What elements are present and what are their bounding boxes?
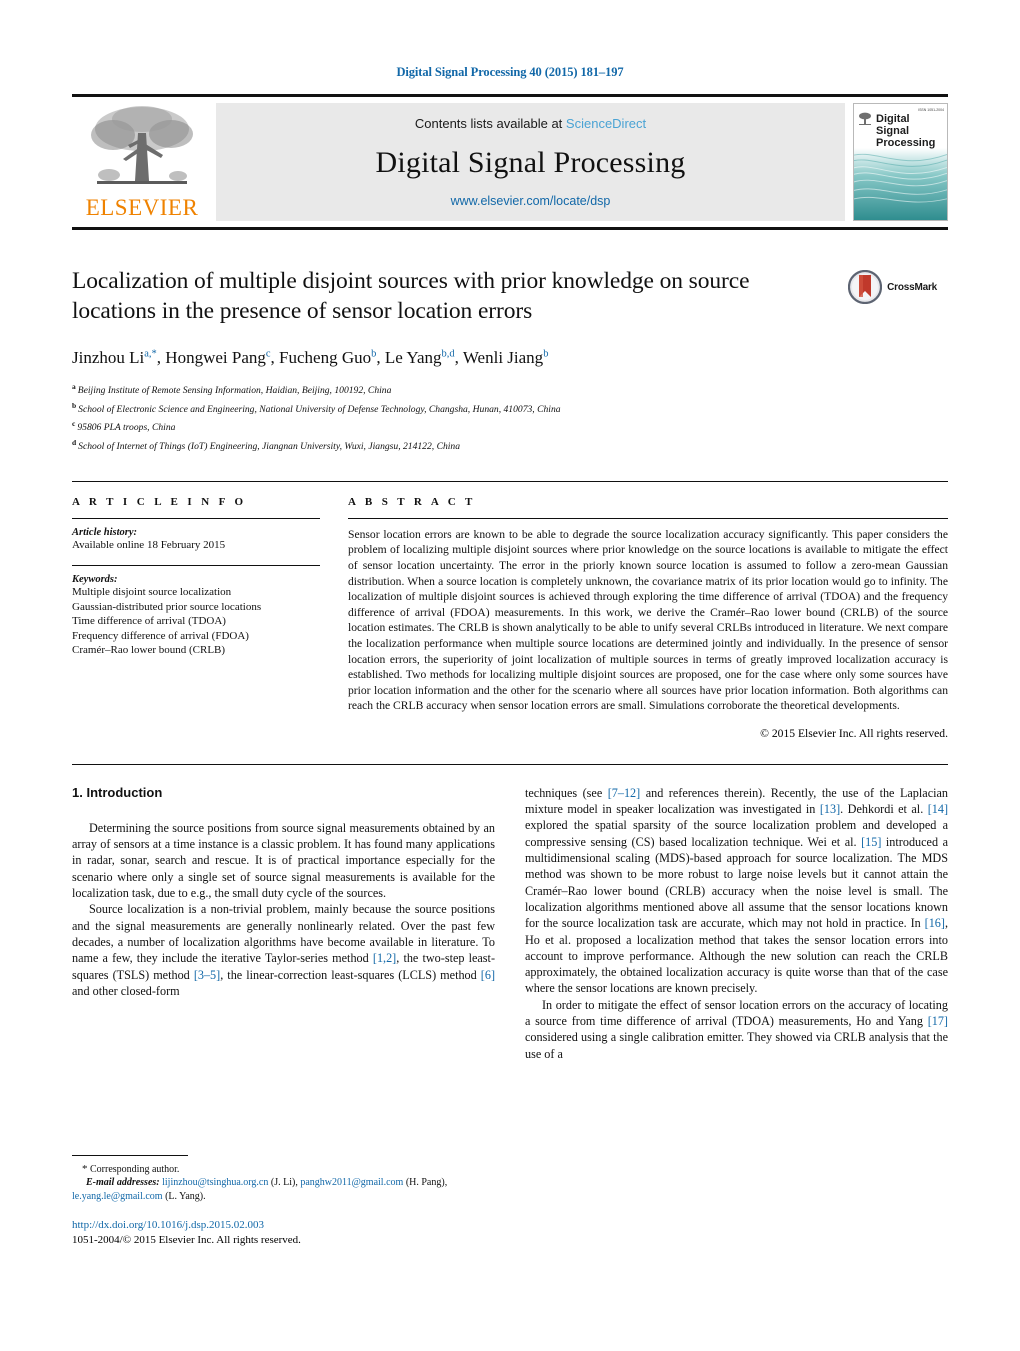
- paragraph: techniques (see [7–12] and references th…: [525, 785, 948, 997]
- paragraph: Source localization is a non-trivial pro…: [72, 901, 495, 999]
- doi-link[interactable]: http://dx.doi.org/10.1016/j.dsp.2015.02.…: [72, 1218, 490, 1233]
- divider: [72, 517, 320, 519]
- journal-cover-thumbnail: ISSN 1051-2004 Digital Signal Processing: [853, 103, 948, 221]
- divider: [72, 1155, 188, 1156]
- cover-title-line-3: Processing: [876, 137, 936, 149]
- running-head: Digital Signal Processing 40 (2015) 181–…: [396, 65, 624, 79]
- info-abstract-section: A R T I C L E I N F O Article history: A…: [72, 480, 948, 740]
- cover-title-line-1: Digital: [876, 113, 910, 125]
- email-link[interactable]: panghw2011@gmail.com: [300, 1177, 403, 1188]
- elsevier-wordmark: ELSEVIER: [85, 195, 199, 220]
- keyword-item: Time difference of arrival (TDOA): [72, 615, 226, 628]
- contents-line: Contents lists available at ScienceDirec…: [415, 116, 646, 131]
- elsevier-logo: ELSEVIER: [72, 103, 212, 221]
- article-history-label: Article history:: [72, 526, 138, 538]
- keyword-item: Multiple disjoint source localization: [72, 586, 232, 599]
- cover-issn-code: ISSN 1051-2004: [918, 108, 944, 112]
- body-column-right: techniques (see [7–12] and references th…: [525, 785, 948, 1062]
- divider: [348, 517, 948, 519]
- email-link[interactable]: lijinzhou@tsinghua.org.cn: [162, 1177, 268, 1188]
- affiliation-item: a Beijing Institute of Remote Sensing Inf…: [72, 380, 948, 399]
- paragraph-text: . Dehkordi et al.: [840, 802, 928, 817]
- cover-title: Digital Signal Processing: [876, 113, 935, 149]
- crossmark-label: CrossMark: [887, 281, 937, 293]
- page-title: Localization of multiple disjoint source…: [72, 268, 750, 324]
- affiliation-text: Beijing Institute of Remote Sensing Info…: [77, 385, 392, 397]
- article-info-heading: A R T I C L E I N F O: [72, 495, 247, 508]
- keyword-item: Frequency difference of arrival (FDOA): [72, 629, 249, 642]
- keyword-item: Cramér–Rao lower bound (CRLB): [72, 644, 226, 657]
- divider: [72, 565, 320, 567]
- title-block: Localization of multiple disjoint source…: [72, 266, 948, 326]
- citation-ref[interactable]: [15]: [861, 835, 881, 849]
- citation-ref[interactable]: [1,2]: [373, 951, 396, 965]
- abstract-column: A B S T R A C T Sensor location errors a…: [348, 496, 948, 740]
- crossmark-badge-container[interactable]: CrossMark: [832, 266, 937, 326]
- paragraph: In order to mitigate the effect of senso…: [525, 997, 948, 1062]
- keywords-label: Keywords:: [72, 574, 118, 586]
- email-label: E-mail addresses:: [86, 1177, 160, 1189]
- doi-block: http://dx.doi.org/10.1016/j.dsp.2015.02.…: [72, 1218, 490, 1247]
- citation-ref[interactable]: [14]: [928, 802, 948, 816]
- email-note: E-mail addresses: lijinzhou@tsinghua.org…: [72, 1177, 448, 1202]
- abstract-heading: A B S T R A C T: [348, 495, 476, 508]
- affiliation-mark: b: [72, 400, 77, 410]
- email-owner: (J. Li): [270, 1177, 296, 1189]
- cover-title-line-2: Signal: [876, 125, 910, 137]
- citation-ref[interactable]: [17]: [928, 1014, 948, 1028]
- citation-ref[interactable]: [6]: [481, 968, 495, 982]
- article-info-column: A R T I C L E I N F O Article history: A…: [72, 496, 320, 740]
- contents-prefix: Contents lists available at: [414, 116, 563, 131]
- affiliation-mark: a: [72, 382, 76, 391]
- author-list: Jinzhou Lia,*, Hongwei Pangc, Fucheng Gu…: [72, 348, 549, 367]
- abstract-copyright: © 2015 Elsevier Inc. All rights reserved…: [760, 726, 948, 740]
- affiliation-text: School of Internet of Things (IoT) Engin…: [78, 441, 461, 453]
- corresponding-text: Corresponding author.: [90, 1164, 180, 1175]
- elsevier-tree-icon: [91, 106, 193, 184]
- journal-url-link[interactable]: www.elsevier.com/locate/dsp: [451, 194, 611, 208]
- affiliation-mark: d: [72, 438, 77, 448]
- paragraph-text: introduced a multidimensional scaling (M…: [525, 834, 948, 931]
- journal-banner: Contents lists available at ScienceDirec…: [216, 103, 845, 221]
- corresponding-mark: *: [82, 1163, 88, 1175]
- title-container: Localization of multiple disjoint source…: [72, 266, 832, 326]
- cover-elsevier-icon: [859, 112, 871, 125]
- keyword-item: Gaussian-distributed prior source locati…: [72, 600, 262, 613]
- corresponding-author-note: * Corresponding author.: [72, 1163, 490, 1176]
- email-link[interactable]: le.yang.le@gmail.com: [72, 1191, 163, 1202]
- keywords-list: Multiple disjoint source localization Ga…: [72, 585, 320, 658]
- citation-ref[interactable]: [7–12]: [608, 786, 641, 800]
- journal-title: Digital Signal Processing: [375, 145, 686, 179]
- article-page: Digital Signal Processing 40 (2015) 181–…: [0, 0, 1020, 1351]
- email-owner: (L. Yang): [165, 1190, 204, 1202]
- journal-masthead: ELSEVIER Contents lists available at Sci…: [72, 94, 948, 230]
- email-owner: (H. Pang): [405, 1177, 445, 1189]
- affiliation-text: School of Electronic Science and Enginee…: [78, 403, 561, 415]
- abstract-text: Sensor location errors are known to be a…: [348, 527, 948, 713]
- paragraph-text: , the linear-correction least-squares (L…: [220, 967, 481, 982]
- affiliation-item: b School of Electronic Science and Engine…: [72, 399, 948, 418]
- paragraph-text: In order to mitigate the effect of senso…: [525, 997, 948, 1029]
- affiliation-item: c 95806 PLA troops, China: [72, 417, 948, 436]
- affiliation-text: 95806 PLA troops, China: [77, 422, 176, 434]
- paragraph-text: and other closed-form: [72, 983, 180, 998]
- affiliation-mark: c: [72, 419, 76, 429]
- crossmark-icon: [848, 270, 883, 304]
- citation-ref[interactable]: [13]: [820, 802, 840, 816]
- divider: [72, 763, 948, 765]
- paragraph-text: considered using a single calibration em…: [525, 1030, 948, 1061]
- affiliation-item: d School of Internet of Things (IoT) Engi…: [72, 436, 948, 455]
- paragraph: Determining the source positions from so…: [72, 820, 495, 901]
- citation-ref[interactable]: [16]: [925, 916, 945, 930]
- citation-ref[interactable]: [3–5]: [194, 968, 220, 982]
- body-columns: 1. Introduction Determining the source p…: [72, 785, 948, 1062]
- sciencedirect-link[interactable]: ScienceDirect: [566, 116, 646, 131]
- footnote-block: * Corresponding author. E-mail addresses…: [72, 1155, 490, 1247]
- body-column-left: 1. Introduction Determining the source p…: [72, 785, 495, 1062]
- section-heading-introduction: 1. Introduction: [72, 784, 163, 800]
- paragraph-text: techniques (see: [525, 785, 608, 800]
- article-history-value: Available online 18 February 2015: [72, 538, 226, 551]
- issn-copyright-line: 1051-2004/© 2015 Elsevier Inc. All right…: [72, 1233, 301, 1246]
- affiliation-list: a Beijing Institute of Remote Sensing Inf…: [72, 380, 948, 455]
